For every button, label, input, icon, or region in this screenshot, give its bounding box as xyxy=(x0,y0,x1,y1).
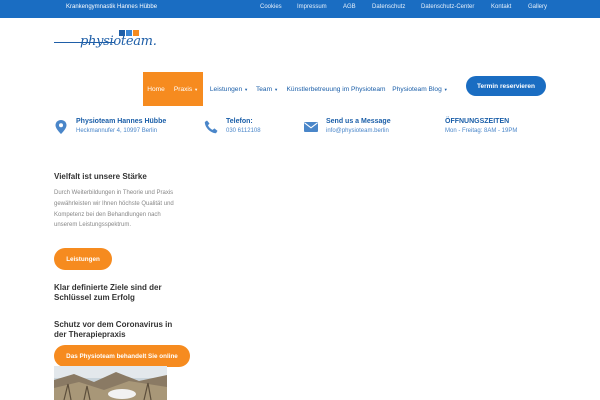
nav-label: Leistungen xyxy=(209,85,243,93)
top-link-kontakt[interactable]: Kontakt xyxy=(491,4,511,10)
hours-text: Mon - Freitag: 8AM - 19PM xyxy=(445,128,518,134)
top-link-datenschutz-center[interactable]: Datenschutz-Center xyxy=(421,4,474,10)
info-hours: ÖFFNUNGSZEITEN Mon - Freitag: 8AM - 19PM xyxy=(423,116,533,146)
top-link-datenschutz[interactable]: Datenschutz xyxy=(372,4,405,10)
section-title-corona: Schutz vor dem Coronavirus in der Therap… xyxy=(54,320,173,339)
nav-team[interactable]: Team ▼ xyxy=(254,72,280,106)
top-links: Cookies Impressum AGB Datenschutz Datens… xyxy=(0,4,600,14)
email-link[interactable]: info@physioteam.berlin xyxy=(326,128,389,134)
photo-illustration xyxy=(54,366,167,400)
section-title-vielfalt: Vielfalt ist unsere Stärke xyxy=(54,172,147,181)
nav-label: Home xyxy=(147,85,165,93)
nav-label: Praxis xyxy=(173,85,193,93)
address-text: Heckmannufer 4, 10997 Berlin xyxy=(76,128,158,134)
section-text-vielfalt: Durch Weiterbildungen in Theorie und Pra… xyxy=(54,190,174,229)
info-address: Physioteam Hannes Hübbe Heckmannufer 4, … xyxy=(54,116,184,146)
online-treatment-button[interactable]: Das Physioteam behandelt Sie online xyxy=(54,345,190,367)
logo-text-b: team. xyxy=(120,34,157,49)
chevron-down-icon: ▼ xyxy=(443,86,448,92)
top-link-cookies[interactable]: Cookies xyxy=(260,4,282,10)
chevron-down-icon: ▼ xyxy=(244,86,249,92)
section-title-ziele: Klar definierte Ziele sind der Schlüssel… xyxy=(54,283,162,302)
chevron-down-icon: ▼ xyxy=(274,86,279,92)
hours-title: ÖFFNUNGSZEITEN xyxy=(445,118,510,125)
top-link-agb[interactable]: AGB xyxy=(343,4,356,10)
info-phone: Telefon: 030 6112108 xyxy=(204,116,284,146)
top-link-impressum[interactable]: Impressum xyxy=(297,4,327,10)
top-link-gallery[interactable]: Gallery xyxy=(528,4,547,10)
top-bar: Krankengymnastik Hannes Hübbe Cookies Im… xyxy=(0,0,600,18)
leistungen-button[interactable]: Leistungen xyxy=(54,248,112,270)
nav-label: Künstlerbetreuung im Physioteam xyxy=(286,85,386,93)
envelope-icon xyxy=(304,122,318,132)
phone-title: Telefon: xyxy=(226,118,253,125)
phone-icon xyxy=(204,120,218,134)
map-marker-icon xyxy=(55,120,67,134)
logo-text-a: physio xyxy=(80,34,121,49)
info-message: Send us a Message info@physioteam.berlin xyxy=(304,116,414,146)
logo[interactable]: physioteam. xyxy=(54,30,157,54)
book-appointment-button[interactable]: Termin reservieren xyxy=(466,76,546,96)
nav-praxis[interactable]: Praxis ▼ xyxy=(169,72,203,106)
nav-blog[interactable]: Physioteam Blog ▼ xyxy=(391,72,449,106)
chevron-down-icon: ▼ xyxy=(194,86,199,92)
nav-leistungen[interactable]: Leistungen ▼ xyxy=(205,72,253,106)
nav-label: Team xyxy=(255,85,273,93)
phone-number[interactable]: 030 6112108 xyxy=(226,128,261,134)
message-title: Send us a Message xyxy=(326,118,391,125)
address-title: Physioteam Hannes Hübbe xyxy=(76,118,167,125)
nav-label: Physioteam Blog xyxy=(392,85,442,93)
nav-home[interactable]: Home xyxy=(143,72,169,106)
logo-wordmark: physioteam. xyxy=(80,34,157,49)
nav-kuenstlerbetreuung[interactable]: Künstlerbetreuung im Physioteam xyxy=(283,72,389,106)
therapy-photo xyxy=(54,366,167,400)
